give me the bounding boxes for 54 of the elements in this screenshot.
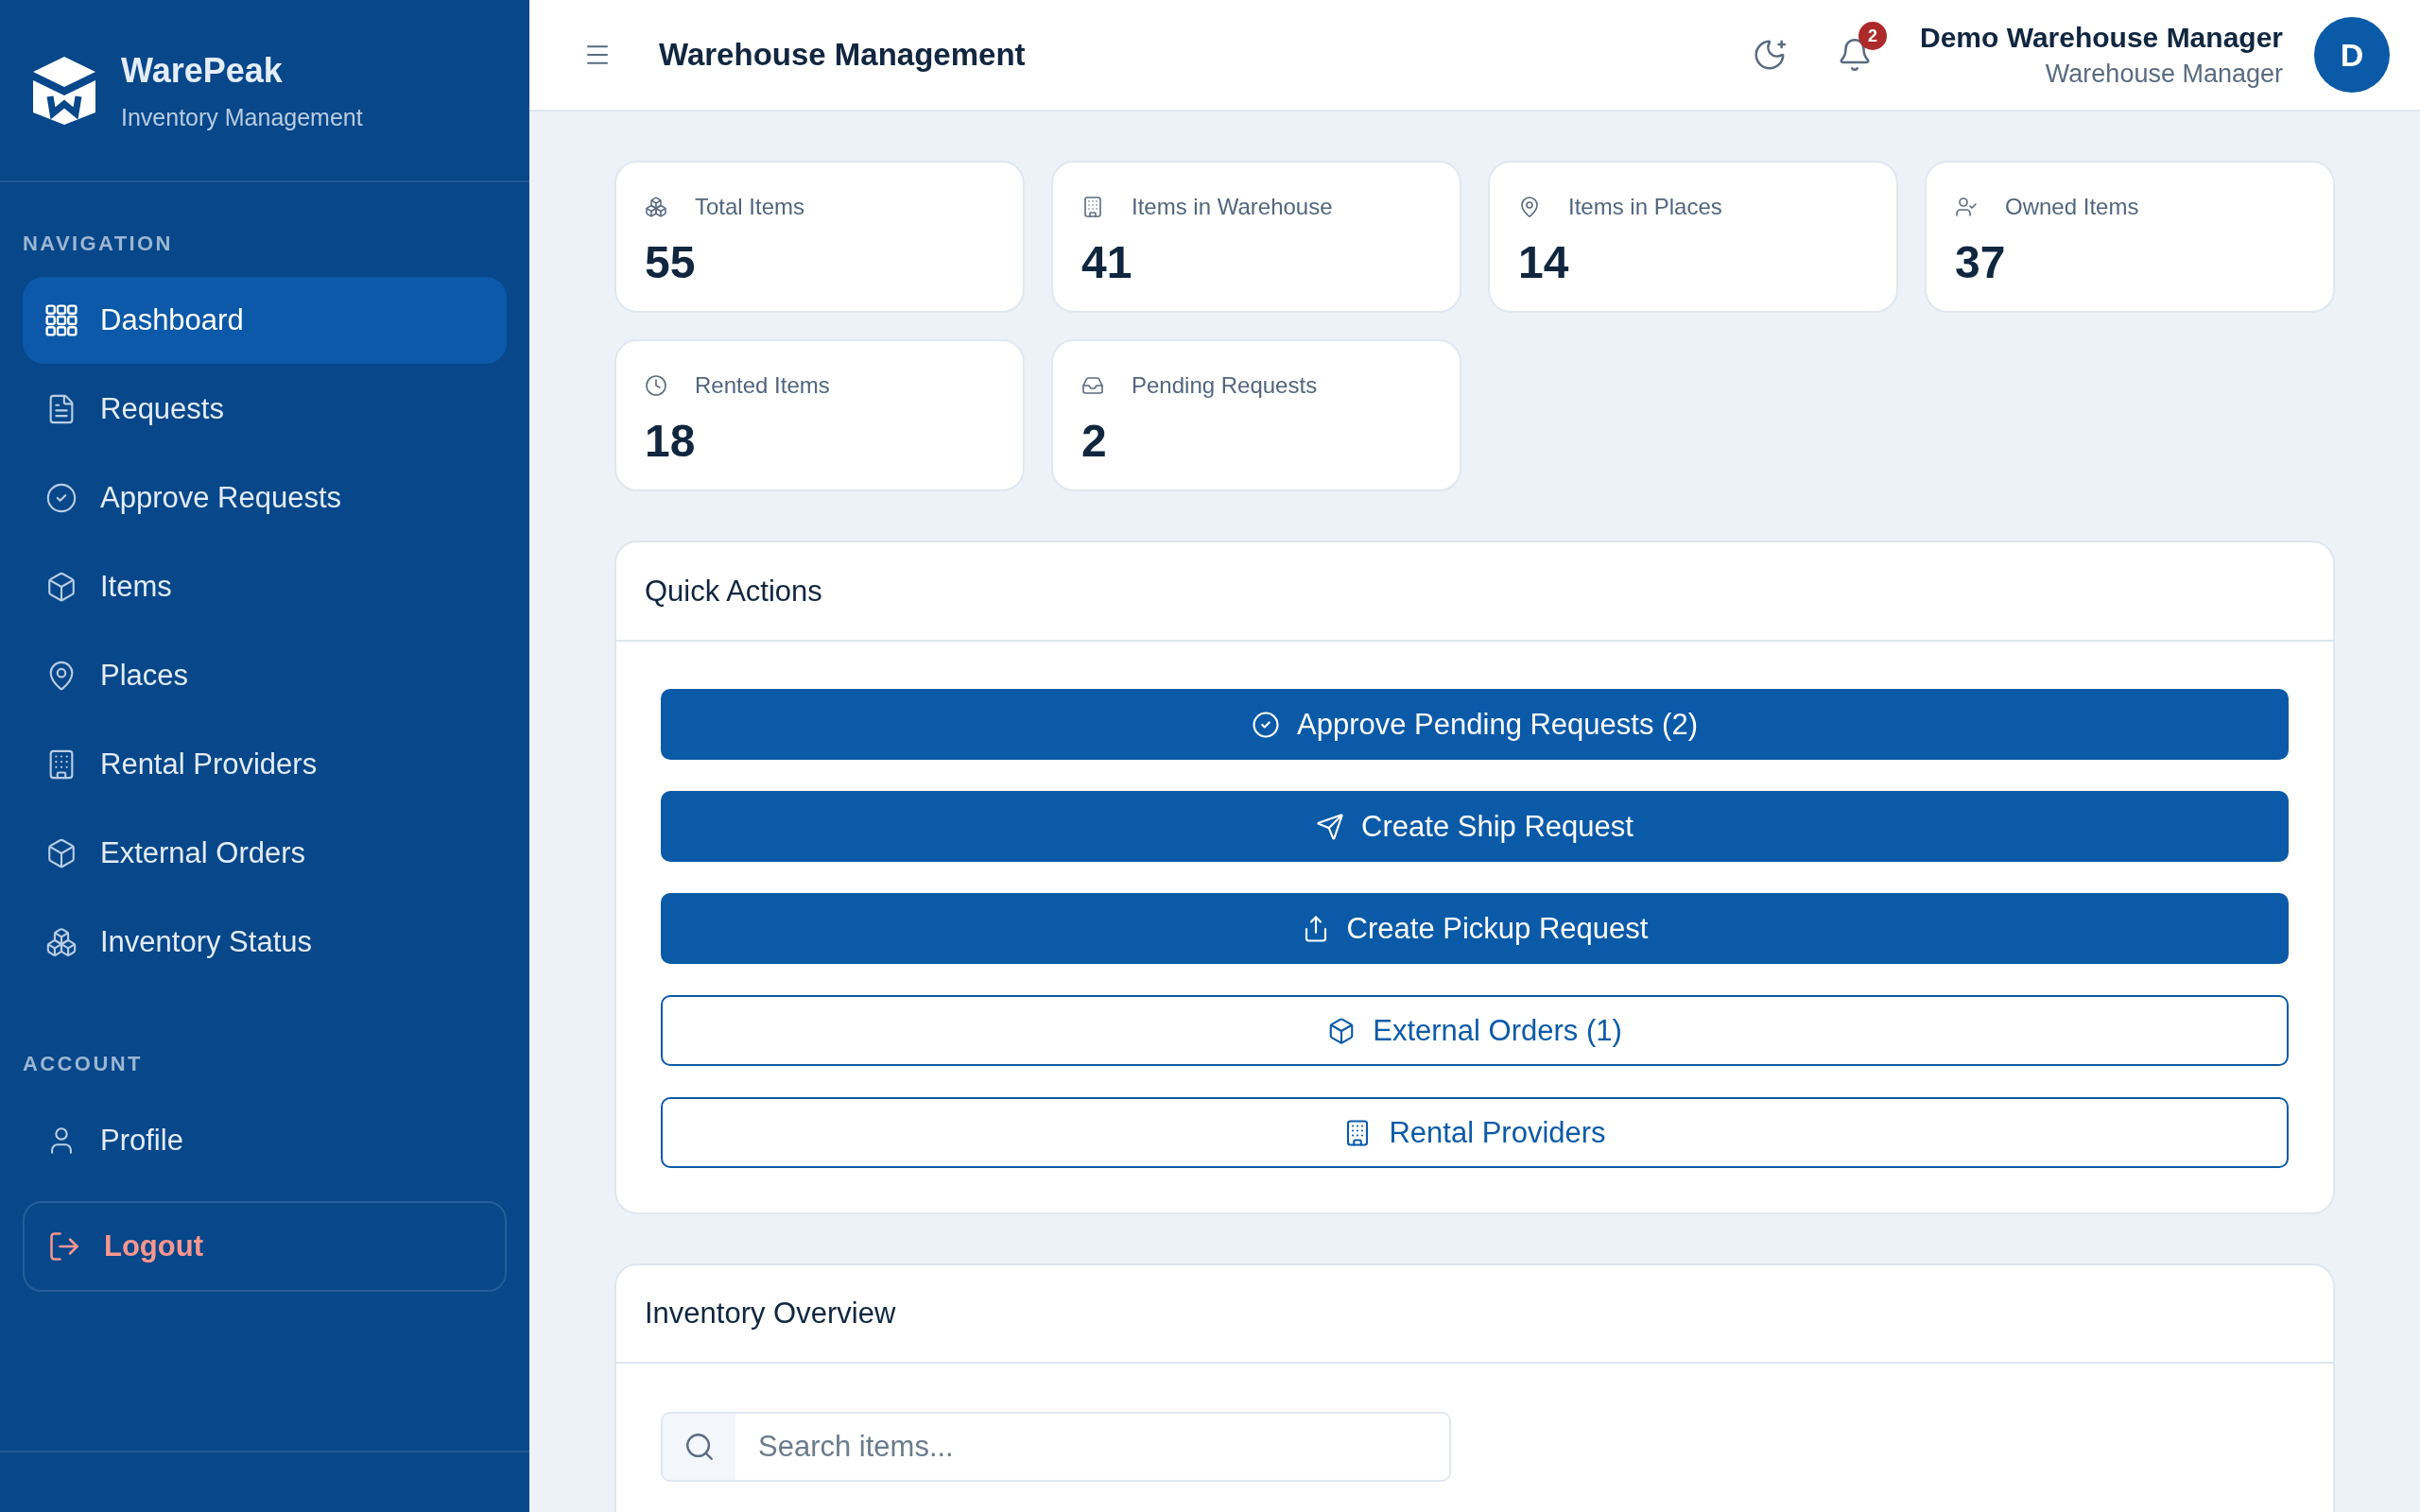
brand-name: WarePeak: [121, 49, 284, 92]
section-label: NAVIGATION: [23, 232, 174, 256]
stat-value: 37: [1955, 236, 2007, 289]
notification-count: 2: [1858, 22, 1887, 50]
search-field[interactable]: Search items...: [661, 1412, 1451, 1482]
building-icon: [1081, 196, 1104, 218]
nav-item[interactable]: Inventory Status: [23, 899, 507, 986]
cube-icon: [45, 571, 78, 603]
grid-icon: [45, 304, 78, 336]
nav-item[interactable]: Approve Requests: [23, 455, 507, 541]
nav-item[interactable]: Rental Providers: [23, 721, 507, 808]
nav-item[interactable]: External Orders: [23, 810, 507, 897]
user-avatar[interactable]: D: [2314, 17, 2390, 93]
nav-item[interactable]: Dashboard: [23, 277, 507, 364]
nav-item[interactable]: Requests: [23, 366, 507, 453]
panel-title: Inventory Overview: [645, 1297, 896, 1331]
boxes-icon: [645, 196, 667, 218]
stat-label: Total Items: [695, 194, 805, 220]
stat-value: 14: [1518, 236, 1570, 289]
action-button[interactable]: Create Ship Request: [661, 791, 2289, 862]
check-circle-icon: [45, 482, 78, 514]
user-check-icon: [1955, 196, 1978, 218]
clock-icon: [645, 374, 667, 397]
map-pin-icon: [1518, 196, 1541, 218]
logout-button[interactable]: Logout: [23, 1201, 507, 1292]
stat-value: 41: [1081, 236, 1133, 289]
brand-subtitle: Inventory Management: [121, 102, 363, 131]
action-button[interactable]: Create Pickup Request: [661, 893, 2289, 964]
panel-title: Quick Actions: [645, 574, 822, 609]
user-role: Warehouse Manager: [2045, 59, 2283, 89]
logo-icon: [32, 56, 96, 125]
section-label: ACCOUNT: [23, 1052, 144, 1076]
action-button[interactable]: Approve Pending Requests (2): [661, 689, 2289, 760]
stat-value: 18: [645, 415, 697, 468]
action-button[interactable]: Rental Providers: [661, 1097, 2289, 1168]
cube-icon: [45, 837, 78, 869]
boxes-icon: [45, 926, 78, 958]
action-button[interactable]: External Orders (1): [661, 995, 2289, 1066]
nav-item[interactable]: Profile: [23, 1097, 507, 1184]
inbox-icon: [1081, 374, 1104, 397]
stat-label: Items in Places: [1568, 194, 1722, 220]
logout-icon: [47, 1229, 81, 1263]
page-title: Warehouse Management: [659, 37, 1026, 73]
nav-item[interactable]: Items: [23, 543, 507, 630]
stat-label: Pending Requests: [1132, 372, 1318, 399]
check-circle-icon: [1252, 710, 1281, 739]
stat-value: 55: [645, 236, 697, 289]
nav-item[interactable]: Places: [23, 632, 507, 719]
user-name: Demo Warehouse Manager: [1920, 21, 2283, 55]
paper-plane-icon: [1316, 812, 1345, 841]
stat-label: Items in Warehouse: [1132, 194, 1333, 220]
stat-label: Rented Items: [695, 372, 830, 399]
stat-label: Owned Items: [2005, 194, 2139, 220]
stat-value: 2: [1081, 415, 1108, 468]
